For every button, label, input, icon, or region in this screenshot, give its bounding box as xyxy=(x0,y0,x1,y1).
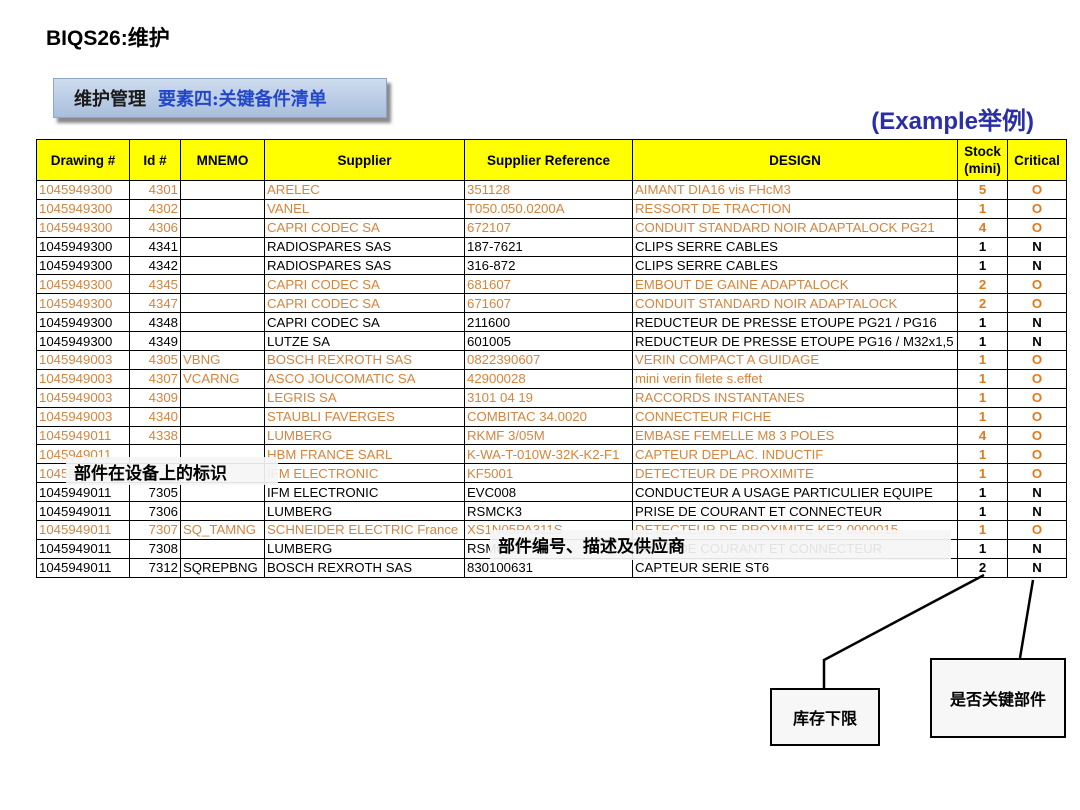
callout-line-critical xyxy=(1018,579,1035,659)
callout-lines xyxy=(822,573,1035,688)
callout-stock-min: 库存下限 xyxy=(770,688,880,746)
callout-critical-part: 是否关键部件 xyxy=(930,658,1066,738)
